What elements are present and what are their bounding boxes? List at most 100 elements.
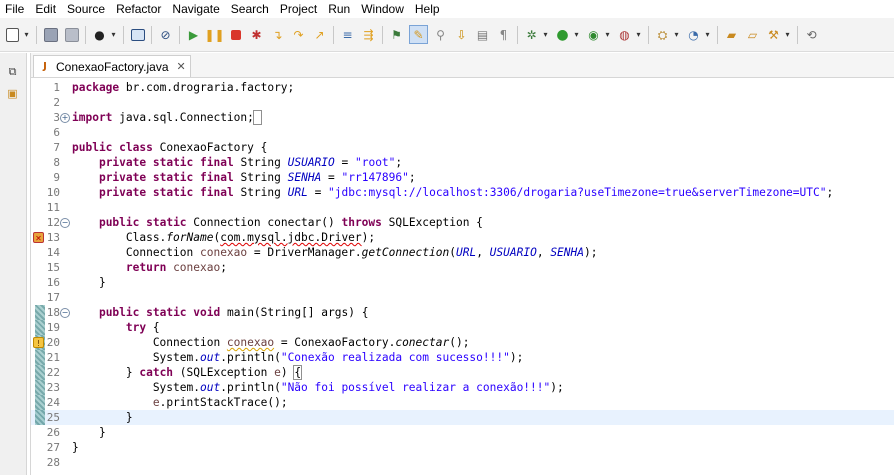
- code-text[interactable]: private static final String SENHA = "rr1…: [72, 170, 416, 185]
- code-line[interactable]: 25 }: [31, 410, 894, 425]
- editor-tab[interactable]: J ConexaoFactory.java ✕: [33, 55, 191, 77]
- expand-fold-icon[interactable]: +: [60, 113, 70, 123]
- code-text[interactable]: }: [72, 440, 79, 455]
- code-text[interactable]: private static final String URL = "jdbc:…: [72, 185, 833, 200]
- disconnect-icon[interactable]: ✱: [248, 26, 265, 43]
- code-line[interactable]: 15 return conexao;: [31, 260, 894, 275]
- chevron-down-icon[interactable]: ▾: [109, 26, 118, 43]
- new-java-project-icon[interactable]: ⛭: [654, 26, 671, 43]
- code-text[interactable]: public class ConexaoFactory {: [72, 140, 267, 155]
- highlighter-icon[interactable]: ✎: [409, 25, 428, 44]
- code-line[interactable]: 6: [31, 125, 894, 140]
- code-text[interactable]: }: [72, 410, 133, 425]
- suspend-icon[interactable]: ❚❚: [204, 26, 224, 43]
- code-line[interactable]: ! 20 Connection conexao = ConexaoFactory.…: [31, 335, 894, 350]
- chevron-down-icon[interactable]: ▾: [672, 26, 681, 43]
- code-line[interactable]: 17: [31, 290, 894, 305]
- code-line[interactable]: ✕ 13 Class.forName(com.mysql.jdbc.Driver)…: [31, 230, 894, 245]
- block-selection-icon[interactable]: ▤: [474, 26, 491, 43]
- code-line[interactable]: 8 private static final String USUARIO = …: [31, 155, 894, 170]
- drop-to-frame-icon[interactable]: ≡: [339, 26, 356, 43]
- code-text[interactable]: e.printStackTrace();: [72, 395, 288, 410]
- search-icon[interactable]: ⚒: [765, 26, 782, 43]
- code-line[interactable]: 23 System.out.println("Não foi possível …: [31, 380, 894, 395]
- external-tools-icon[interactable]: ◍: [616, 26, 633, 43]
- package-explorer-icon[interactable]: ▣: [5, 87, 20, 101]
- chevron-down-icon[interactable]: ▾: [541, 26, 550, 43]
- menu-window[interactable]: Window: [356, 0, 410, 18]
- open-type-icon[interactable]: ▰: [723, 26, 740, 43]
- code-line[interactable]: 3 + import java.sql.Connection;: [31, 110, 894, 125]
- code-text[interactable]: import java.sql.Connection;: [72, 110, 262, 125]
- code-line[interactable]: 24 e.printStackTrace();: [31, 395, 894, 410]
- save-all-icon[interactable]: [63, 26, 80, 43]
- run-icon[interactable]: ●: [554, 26, 571, 43]
- collapse-fold-icon[interactable]: −: [60, 308, 70, 318]
- code-line[interactable]: 12− public static Connection conectar() …: [31, 215, 894, 230]
- code-text[interactable]: public static Connection conectar() thro…: [72, 215, 483, 230]
- code-text[interactable]: package br.com.drograria.factory;: [72, 80, 294, 95]
- open-folder-icon[interactable]: ▱: [744, 26, 761, 43]
- chevron-down-icon[interactable]: ▾: [603, 26, 612, 43]
- code-line[interactable]: 27}: [31, 440, 894, 455]
- code-line[interactable]: 9 private static final String SENHA = "r…: [31, 170, 894, 185]
- step-over-icon[interactable]: ↷: [290, 26, 307, 43]
- mark-occurrences-icon[interactable]: ⚲: [432, 26, 449, 43]
- step-return-icon[interactable]: ↗: [311, 26, 328, 43]
- step-into-icon[interactable]: ↴: [269, 26, 286, 43]
- code-line[interactable]: 11: [31, 200, 894, 215]
- menu-refactor[interactable]: Refactor: [111, 0, 167, 18]
- code-area[interactable]: 1 package br.com.drograria.factory; 2 3 + imp…: [31, 80, 894, 475]
- code-line[interactable]: 1 package br.com.drograria.factory;: [31, 80, 894, 95]
- restore-icon[interactable]: ⧉: [5, 65, 20, 79]
- toggle-breadcrumb-icon[interactable]: ⚑: [388, 26, 405, 43]
- code-text[interactable]: Class.forName(com.mysql.jdbc.Driver);: [72, 230, 375, 245]
- code-line[interactable]: 22 } catch (SQLException e) {: [31, 365, 894, 380]
- code-text[interactable]: return conexao;: [72, 260, 227, 275]
- menu-help[interactable]: Help: [410, 0, 446, 18]
- code-line[interactable]: 16 }: [31, 275, 894, 290]
- monitor-icon[interactable]: [129, 26, 146, 43]
- use-step-filters-icon[interactable]: ⇶: [360, 26, 377, 43]
- code-text[interactable]: Connection conexao = DriverManager.getCo…: [72, 245, 598, 260]
- console-icon[interactable]: ●: [91, 26, 108, 43]
- code-line[interactable]: 26 }: [31, 425, 894, 440]
- chevron-down-icon[interactable]: ▾: [703, 26, 712, 43]
- debug-icon[interactable]: ✲: [523, 26, 540, 43]
- code-text[interactable]: private static final String USUARIO = "r…: [72, 155, 402, 170]
- code-text[interactable]: }: [72, 275, 106, 290]
- skip-breakpoints-icon[interactable]: ⊘: [157, 26, 174, 43]
- code-text[interactable]: }: [72, 425, 106, 440]
- close-icon[interactable]: ✕: [177, 60, 186, 73]
- code-text[interactable]: System.out.println("Conexão realizada co…: [72, 350, 524, 365]
- menu-source[interactable]: Source: [62, 0, 111, 18]
- terminate-icon[interactable]: [227, 26, 244, 43]
- show-whitespace-icon[interactable]: ¶: [495, 26, 512, 43]
- menu-file[interactable]: File: [0, 0, 30, 18]
- coverage-icon[interactable]: ◉: [585, 26, 602, 43]
- code-line[interactable]: 19 try {: [31, 320, 894, 335]
- chevron-down-icon[interactable]: ▾: [783, 26, 792, 43]
- menu-search[interactable]: Search: [226, 0, 275, 18]
- menu-edit[interactable]: Edit: [30, 0, 62, 18]
- menu-navigate[interactable]: Navigate: [167, 0, 225, 18]
- code-text[interactable]: try {: [72, 320, 160, 335]
- code-text[interactable]: public static void main(String[] args) {: [72, 305, 368, 320]
- code-line[interactable]: 7 public class ConexaoFactory {: [31, 140, 894, 155]
- code-line[interactable]: 18− public static void main(String[] arg…: [31, 305, 894, 320]
- code-line[interactable]: 14 Connection conexao = DriverManager.ge…: [31, 245, 894, 260]
- next-annotation-icon[interactable]: ⇩: [453, 26, 470, 43]
- code-line[interactable]: 10 private static final String URL = "jd…: [31, 185, 894, 200]
- chevron-down-icon[interactable]: ▾: [634, 26, 643, 43]
- menu-run[interactable]: Run: [323, 0, 356, 18]
- new-icon[interactable]: [4, 26, 21, 43]
- code-line[interactable]: 2: [31, 95, 894, 110]
- new-class-icon[interactable]: ◔: [685, 26, 702, 43]
- collapse-fold-icon[interactable]: −: [60, 218, 70, 228]
- chevron-down-icon[interactable]: ▾: [572, 26, 581, 43]
- chevron-down-icon[interactable]: ▾: [22, 26, 31, 43]
- code-text[interactable]: } catch (SQLException e) {: [72, 365, 303, 380]
- code-text[interactable]: Connection conexao = ConexaoFactory.cone…: [72, 335, 470, 350]
- code-line[interactable]: 21 System.out.println("Conexão realizada…: [31, 350, 894, 365]
- next-edit-icon[interactable]: ⟲: [803, 26, 820, 43]
